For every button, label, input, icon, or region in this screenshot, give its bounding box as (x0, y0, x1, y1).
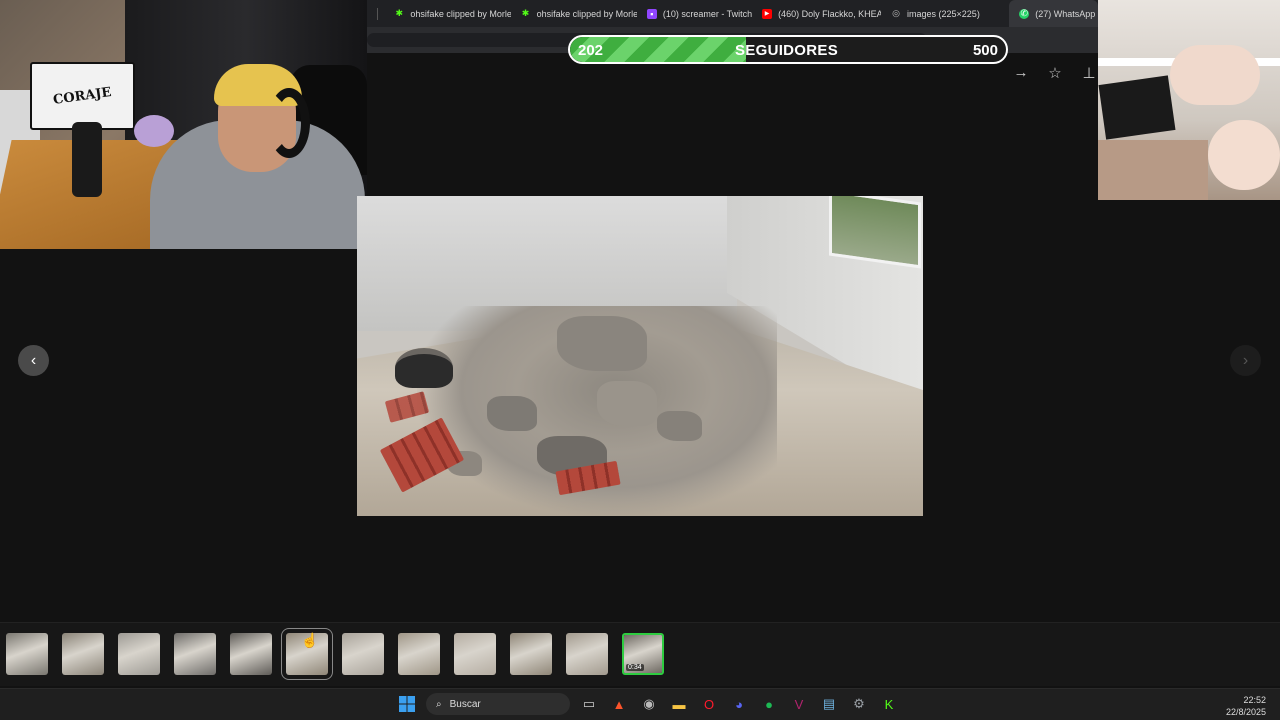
pin-icon[interactable]: ⊥ (1080, 64, 1098, 82)
thumbnail-image (118, 633, 160, 675)
pointer-hand-icon: ☝ (301, 632, 319, 648)
thumbnail[interactable] (510, 633, 552, 675)
rock (657, 411, 702, 441)
kick-icon: ✱ (395, 8, 404, 18)
thumbnail[interactable] (566, 633, 608, 675)
search-placeholder: Buscar (449, 698, 481, 710)
system-clock[interactable]: 22:52 22/8/2025 (1226, 694, 1266, 718)
taskbar: ⌕ Buscar ▭ ▲ ◉ ▬ O ◕ ● V ▤ ⚙ K 22:52 22/8/2025 (0, 688, 1280, 720)
thumbnail[interactable] (62, 633, 104, 675)
next-image-button[interactable]: › (1230, 345, 1261, 376)
hand (1208, 120, 1280, 190)
screen: CORAJE ✱ ohsifake clipped by Morle ✱ ohs… (0, 0, 1280, 720)
thumbnail-image (230, 633, 272, 675)
hand (1170, 45, 1260, 105)
tab-label: ohsifake clipped by Morle (410, 8, 511, 19)
star-icon[interactable]: ☆ (1046, 64, 1064, 82)
counter (1098, 140, 1208, 200)
black-box (1098, 75, 1176, 140)
thumbnail[interactable] (342, 633, 384, 675)
viewer-toolbar: → ☆ ⊥ (1012, 64, 1098, 82)
kick-icon[interactable]: K (878, 693, 900, 715)
settings-icon[interactable]: ⚙ (848, 693, 870, 715)
globe-icon: ◎ (892, 8, 900, 18)
rock (487, 396, 537, 431)
tab-label: ohsifake clipped by Morle (536, 8, 637, 19)
thumbnail-image (6, 633, 48, 675)
thumbnail[interactable] (118, 633, 160, 675)
thumbnail-image (398, 633, 440, 675)
browser-tab-5[interactable]: ◎ images (225×225) (881, 0, 981, 27)
streamer-webcam: CORAJE (0, 0, 367, 249)
thumbnail[interactable] (174, 633, 216, 675)
tab-label: images (225×225) (907, 8, 980, 19)
file-explorer-icon[interactable]: ▬ (668, 693, 690, 715)
thumbnail-image (342, 633, 384, 675)
thermos (72, 122, 102, 197)
clock-date: 22/8/2025 (1225, 707, 1266, 717)
rock (597, 381, 657, 426)
thumbnail-image (566, 633, 608, 675)
follower-goal-bar: 202 SEGUIDORES 500 (568, 35, 1008, 64)
task-view-icon[interactable]: ▭ (578, 693, 600, 715)
thumbnail-image (454, 633, 496, 675)
vegas-icon[interactable]: V (788, 693, 810, 715)
bucket (395, 348, 453, 388)
notepad-icon[interactable]: ▤ (818, 693, 840, 715)
headphones (268, 88, 310, 158)
tab-label: (460) Doly Flackko, KHEA (778, 8, 882, 19)
taskbar-search[interactable]: ⌕ Buscar (426, 693, 570, 715)
thumbnail[interactable] (454, 633, 496, 675)
browser-tab-3[interactable]: ▪ (10) screamer - Twitch (637, 0, 752, 27)
youtube-icon: ▶ (762, 8, 773, 19)
thumbnail[interactable] (6, 633, 48, 675)
thumbnail-image (174, 633, 216, 675)
video-duration-badge: 0:34 (626, 664, 644, 671)
thumbnail-image (510, 633, 552, 675)
browser-tab-6[interactable]: ✆ (27) WhatsApp (1009, 0, 1098, 27)
tab-divider (371, 7, 379, 20)
previous-image-button[interactable]: ‹ (18, 345, 49, 376)
goal-label: SEGUIDORES (735, 42, 839, 59)
browser-tab-4[interactable]: ▶ (460) Doly Flackko, KHEA (752, 0, 881, 27)
whatsapp-icon: ✆ (1019, 8, 1030, 19)
spotify-icon[interactable]: ● (758, 693, 780, 715)
window (829, 196, 921, 269)
tab-label: (10) screamer - Twitch (662, 8, 753, 19)
windows-start-icon[interactable] (396, 693, 418, 715)
opera-icon[interactable]: O (698, 693, 720, 715)
taskbar-icons: ⌕ Buscar ▭ ▲ ◉ ▬ O ◕ ● V ▤ ⚙ K (396, 693, 900, 715)
main-photo (357, 196, 923, 516)
secondary-camera (1098, 0, 1280, 200)
goal-current: 202 (578, 42, 604, 59)
plush-toy (134, 115, 174, 147)
browser-tab-strip: ✱ ohsifake clipped by Morle ✱ ohsifake c… (367, 0, 1098, 27)
browser-tab-2[interactable]: ✱ ohsifake clipped by Morle (511, 0, 637, 27)
search-icon: ⌕ (436, 698, 442, 710)
thumbnail-strip: 0:34 (0, 622, 1280, 686)
tab-label: (27) WhatsApp (1035, 8, 1096, 19)
rock (557, 316, 647, 371)
thumbnail[interactable] (230, 633, 272, 675)
goal-target: 500 (972, 42, 998, 59)
clock-time: 22:52 (1243, 695, 1266, 705)
kick-icon: ✱ (521, 8, 530, 18)
discord-icon[interactable]: ◕ (728, 693, 750, 715)
poster: CORAJE (30, 62, 135, 130)
twitch-icon: ▪ (646, 8, 657, 19)
thumbnail[interactable]: 0:34 (622, 633, 664, 675)
poster-text: CORAJE (52, 84, 113, 108)
thumbnail[interactable] (398, 633, 440, 675)
brave-icon[interactable]: ▲ (608, 693, 630, 715)
browser-tab-1[interactable]: ✱ ohsifake clipped by Morle (384, 0, 511, 27)
thumbnail-image (62, 633, 104, 675)
forward-icon[interactable]: → (1012, 64, 1030, 82)
chrome-icon[interactable]: ◉ (638, 693, 660, 715)
